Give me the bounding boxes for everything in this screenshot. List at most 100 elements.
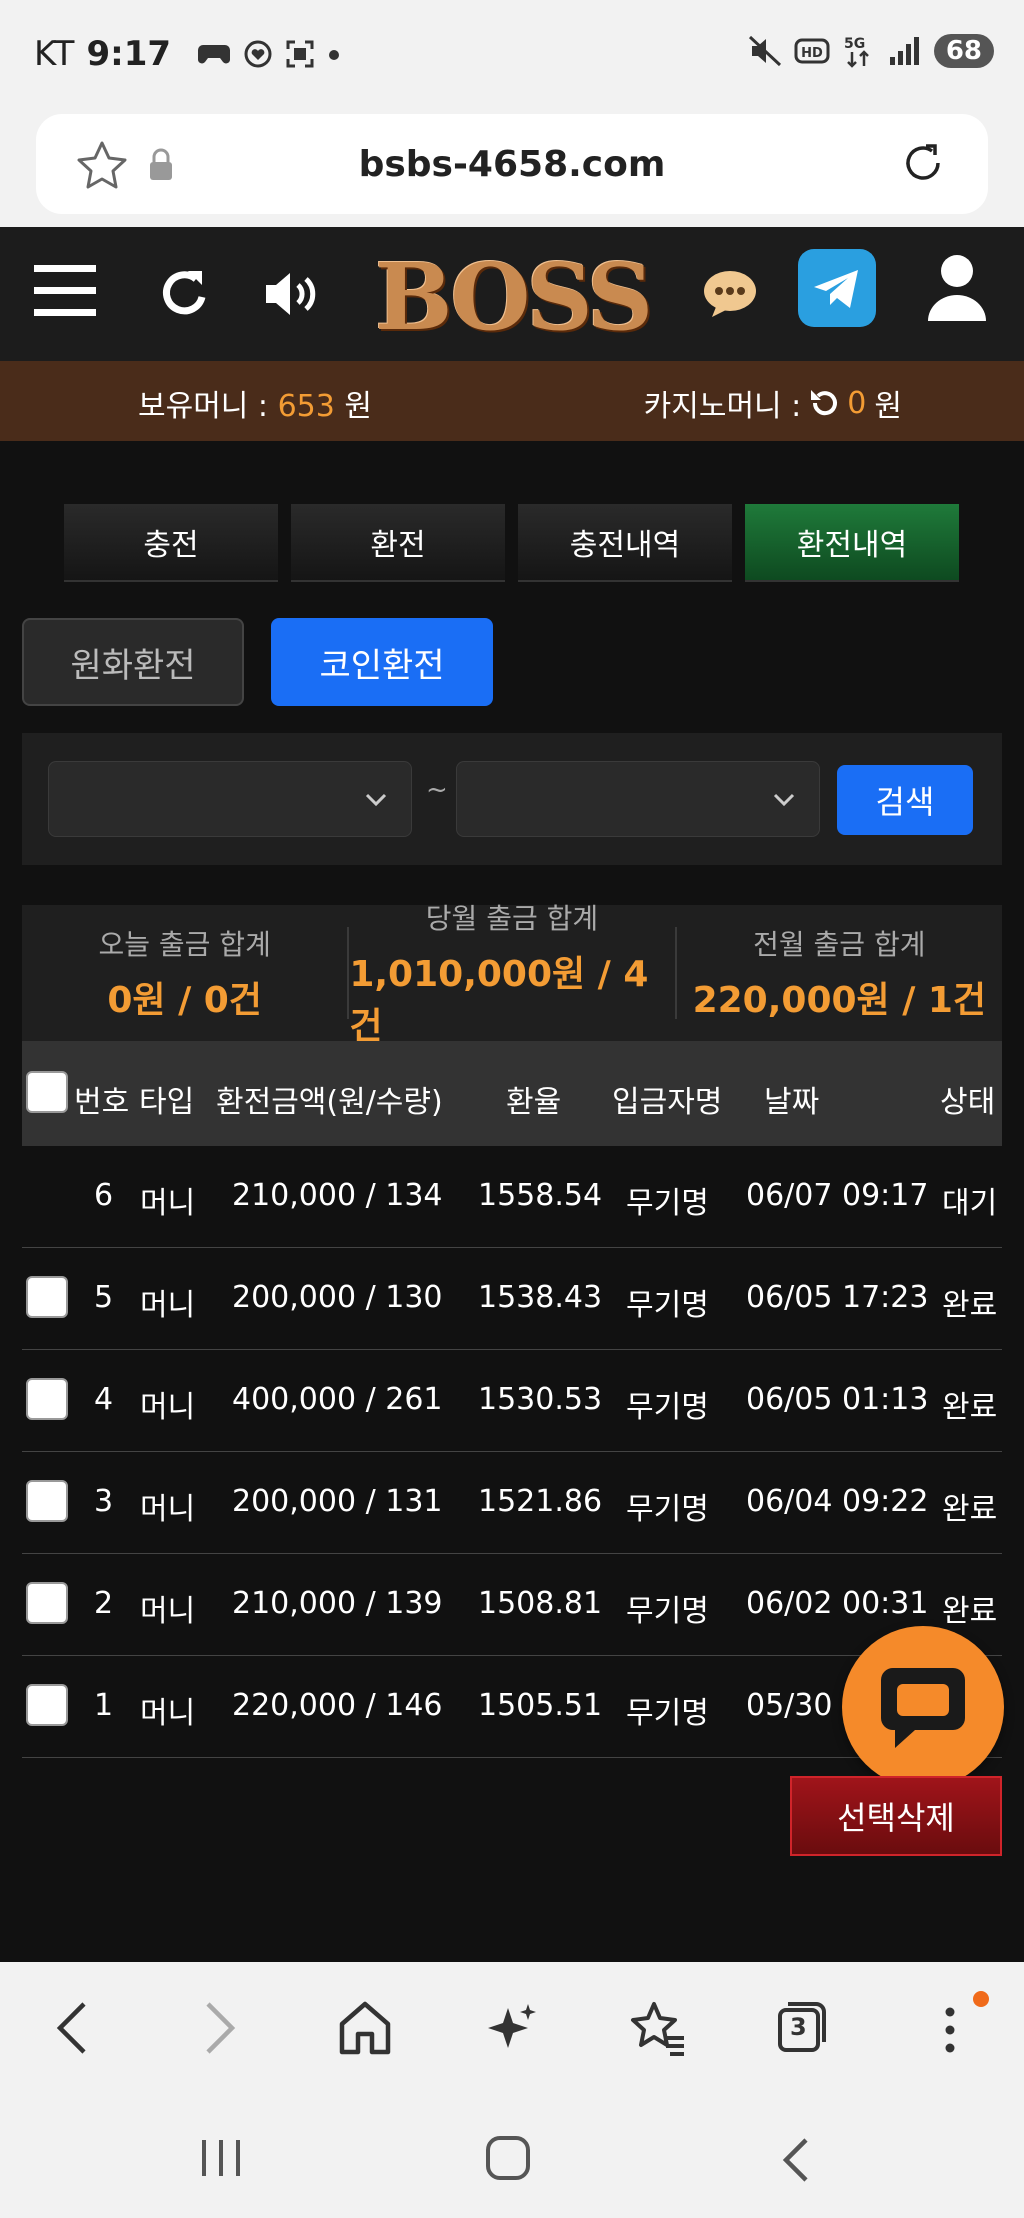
forward-arrow-icon[interactable]: [200, 2000, 240, 2056]
row-status: 완료: [942, 1288, 998, 1323]
row-number: 1: [94, 1688, 114, 1723]
row-date: 06/04 09:22: [746, 1484, 929, 1519]
update-badge-icon: [973, 1991, 989, 2007]
chat-icon: [881, 1668, 965, 1748]
mute-icon: [748, 35, 781, 67]
chat-bubble-icon[interactable]: [702, 269, 758, 319]
date-search-row: ~ 검색: [22, 733, 1002, 865]
select-all-checkbox[interactable]: [26, 1071, 68, 1113]
telegram-icon[interactable]: [798, 249, 876, 327]
row-depositor: 무기명: [626, 1492, 709, 1527]
date-range-separator: ~: [426, 775, 448, 805]
header-type: 타입: [139, 1085, 195, 1120]
more-menu-icon[interactable]: [938, 2000, 968, 2056]
row-number: 3: [94, 1484, 114, 1519]
row-rate: 1521.86: [478, 1484, 603, 1519]
hamburger-menu-icon[interactable]: [34, 263, 96, 319]
reload-icon[interactable]: [898, 138, 948, 188]
summary-this-month: 당월 출금 합계 1,010,000원 / 4건: [349, 902, 677, 1047]
main-tabs: 충전 환전 충전내역 환전내역: [64, 504, 959, 582]
row-rate: 1538.43: [478, 1280, 603, 1315]
back-arrow-icon[interactable]: [52, 2000, 92, 2056]
row-amount: 200,000 / 130: [232, 1280, 443, 1315]
bookmark-star-icon[interactable]: [76, 140, 128, 190]
start-date-select[interactable]: [48, 761, 412, 837]
tab-charge[interactable]: 충전: [64, 504, 278, 582]
row-checkbox[interactable]: [26, 1378, 68, 1420]
table-row: 3 머니 200,000 / 131 1521.86 무기명 06/04 09:…: [22, 1452, 1002, 1554]
home-nav-icon[interactable]: [484, 2136, 532, 2180]
delete-selected-button[interactable]: 선택삭제: [790, 1776, 1002, 1856]
row-checkbox[interactable]: [26, 1276, 68, 1318]
subtab-coin-exchange[interactable]: 코인환전: [271, 618, 493, 706]
url-bar[interactable]: bsbs-4658.com: [36, 114, 988, 214]
lock-icon: [150, 148, 172, 180]
table-row: 6 머니 210,000 / 134 1558.54 무기명 06/07 09:…: [22, 1146, 1002, 1248]
search-button[interactable]: 검색: [837, 765, 973, 835]
signal-icon: [889, 37, 919, 65]
header-amount: 환전금액(원/수량): [216, 1085, 443, 1120]
live-chat-button[interactable]: [842, 1626, 1004, 1788]
tab-count: 3: [790, 2013, 807, 2041]
chevron-down-icon: [773, 793, 795, 807]
user-profile-icon[interactable]: [926, 253, 988, 323]
table-row: 4 머니 400,000 / 261 1530.53 무기명 06/05 01:…: [22, 1350, 1002, 1452]
header-status: 상태: [940, 1085, 996, 1120]
speaker-icon[interactable]: [262, 267, 324, 321]
clock: 9:17: [86, 34, 172, 74]
url-text: bsbs-4658.com: [358, 143, 666, 185]
row-status: 완료: [942, 1492, 998, 1527]
row-amount: 210,000 / 134: [232, 1178, 443, 1213]
tab-exchange-history[interactable]: 환전내역: [745, 504, 959, 582]
row-type: 머니: [140, 1186, 196, 1221]
casino-money-value: 0: [847, 385, 867, 421]
tab-exchange[interactable]: 환전: [291, 504, 505, 582]
browser-toolbar: 3: [0, 1962, 1024, 2096]
row-type: 머니: [140, 1594, 196, 1629]
chevron-down-icon: [365, 793, 387, 807]
status-bar: KT 9:17 HD 5G 68: [0, 0, 1024, 112]
summary-last-month-label: 전월 출금 합계: [753, 928, 926, 961]
row-rate: 1558.54: [478, 1178, 603, 1213]
row-checkbox[interactable]: [26, 1684, 68, 1726]
held-money-unit: 원: [344, 389, 373, 424]
row-type: 머니: [140, 1390, 196, 1425]
header-date: 날짜: [764, 1085, 820, 1120]
row-rate: 1530.53: [478, 1382, 603, 1417]
header-number: 번호: [74, 1085, 130, 1120]
row-depositor: 무기명: [626, 1696, 709, 1731]
tabs-button[interactable]: 3: [776, 1998, 828, 2054]
refresh-icon[interactable]: [158, 267, 212, 321]
5g-icon: 5G: [844, 36, 869, 68]
row-number: 4: [94, 1382, 114, 1417]
row-date: 06/02 00:31: [746, 1586, 929, 1621]
bookmarks-star-icon[interactable]: [630, 2000, 686, 2056]
row-number: 5: [94, 1280, 114, 1315]
screenshot-icon: [286, 40, 314, 68]
recent-apps-icon[interactable]: [196, 2136, 246, 2180]
casino-refresh-icon[interactable]: [809, 388, 839, 418]
heart-badge-icon: [244, 40, 272, 68]
boss-logo[interactable]: BOSS: [356, 243, 668, 351]
subtab-won-exchange[interactable]: 원화환전: [22, 618, 244, 706]
header-depositor: 입금자명: [612, 1085, 723, 1120]
back-nav-icon[interactable]: [776, 2136, 816, 2184]
row-status: 완료: [942, 1390, 998, 1425]
row-date: 06/05 17:23: [746, 1280, 929, 1315]
row-date: 06/07 09:17: [746, 1178, 929, 1213]
table-row: 5 머니 200,000 / 130 1538.43 무기명 06/05 17:…: [22, 1248, 1002, 1350]
row-number: 6: [94, 1178, 114, 1213]
row-checkbox[interactable]: [26, 1582, 68, 1624]
summary-today-value: 0원 / 0건: [107, 980, 262, 1021]
summary-last-month-value: 220,000원 / 1건: [692, 980, 987, 1021]
row-type: 머니: [140, 1492, 196, 1527]
browser-url-area: bsbs-4658.com: [0, 112, 1024, 227]
sparkle-icon[interactable]: [484, 2000, 538, 2056]
row-depositor: 무기명: [626, 1186, 709, 1221]
end-date-select[interactable]: [456, 761, 820, 837]
home-icon[interactable]: [338, 2000, 392, 2056]
casino-money-unit: 원: [874, 389, 902, 424]
summary-this-month-label: 당월 출금 합계: [425, 902, 599, 935]
row-checkbox[interactable]: [26, 1480, 68, 1522]
tab-charge-history[interactable]: 충전내역: [518, 504, 732, 582]
